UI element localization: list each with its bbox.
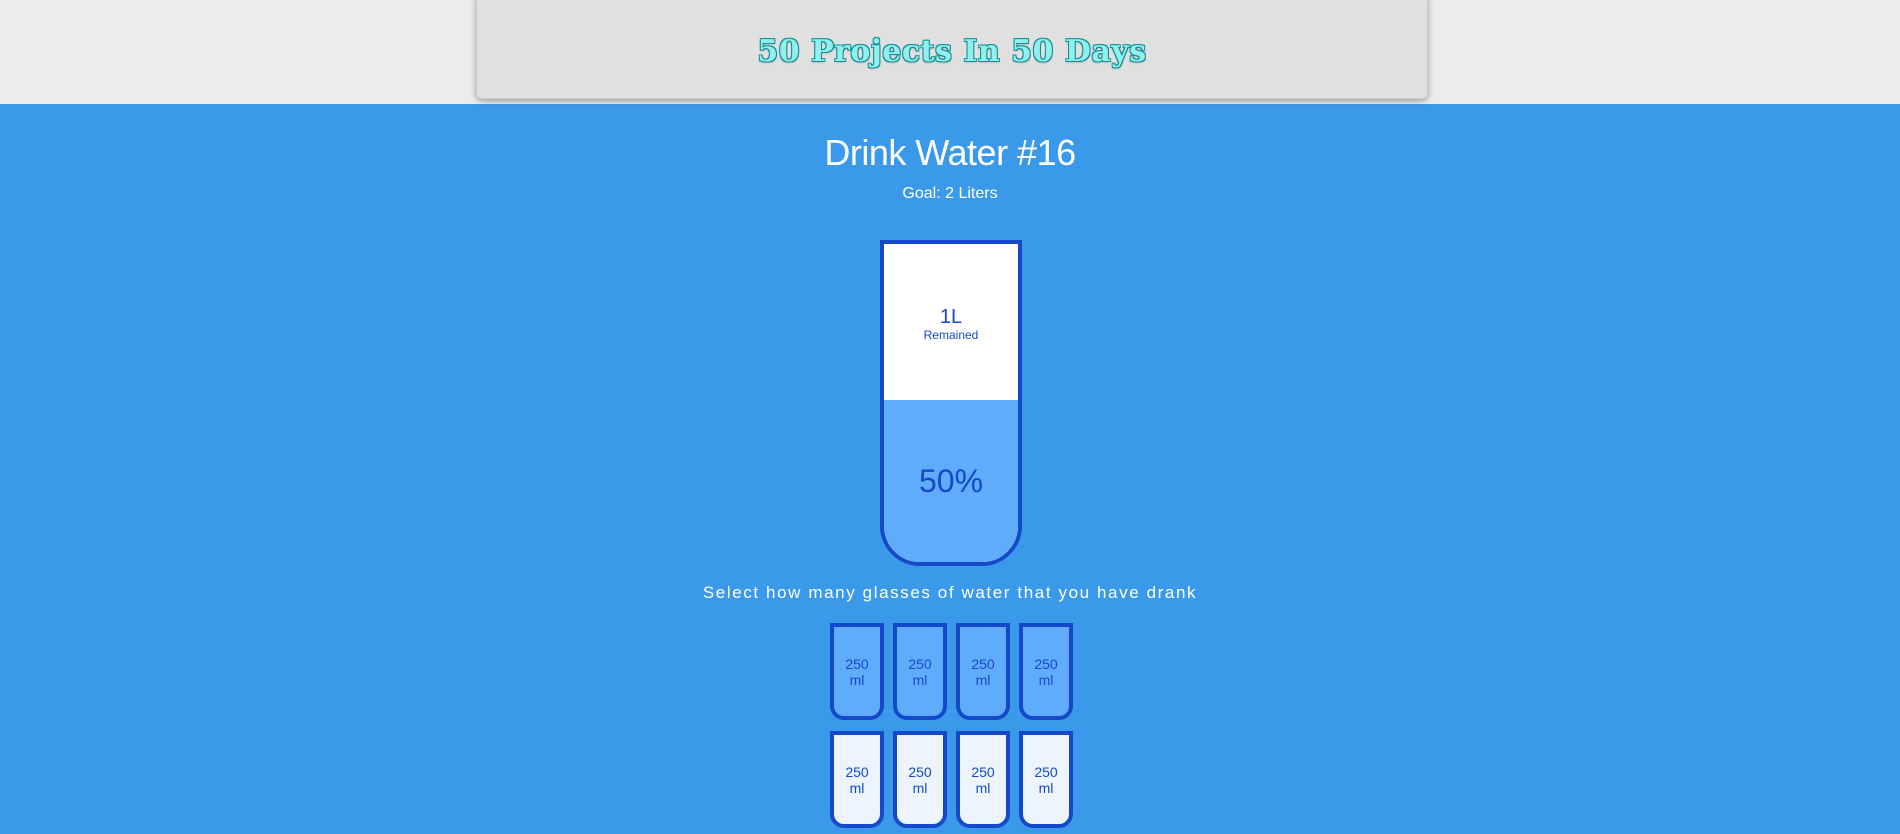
small-cup-label: 250 ml xyxy=(908,655,932,688)
small-cup[interactable]: 250 ml xyxy=(830,731,884,828)
top-bar: 50 Projects In 50 Days xyxy=(0,0,1900,104)
small-cup[interactable]: 250 ml xyxy=(893,731,947,828)
goal-text: Goal: 2 Liters xyxy=(902,185,998,202)
remained-liters: 1L xyxy=(939,306,963,328)
small-cup[interactable]: 250 ml xyxy=(956,623,1010,720)
small-cup-label: 250 ml xyxy=(971,655,995,688)
percentage-fill: 50% xyxy=(884,400,1018,562)
instruction-text: Select how many glasses of water that yo… xyxy=(702,583,1198,602)
small-cups-grid: 250 ml 250 ml 250 ml 250 ml 250 ml 250 m… xyxy=(830,623,1074,828)
remained-section: 1L Remained xyxy=(884,244,1018,404)
small-cup-label: 250 ml xyxy=(845,655,869,688)
small-cup[interactable]: 250 ml xyxy=(1019,731,1073,828)
small-cup[interactable]: 250 ml xyxy=(893,623,947,720)
page-title: Drink Water #16 xyxy=(824,132,1076,173)
header-title: 50 Projects In 50 Days xyxy=(757,34,1147,69)
remained-label: Remained xyxy=(923,328,979,342)
header-card: 50 Projects In 50 Days xyxy=(476,0,1428,99)
small-cup[interactable]: 250 ml xyxy=(1019,623,1073,720)
small-cup[interactable]: 250 ml xyxy=(956,731,1010,828)
small-cup-label: 250 ml xyxy=(971,763,995,796)
small-cup-label: 250 ml xyxy=(908,763,932,796)
small-cup-label: 250 ml xyxy=(1034,763,1058,796)
small-cup-label: 250 ml xyxy=(845,763,869,796)
big-cup: 1L Remained 50% xyxy=(880,240,1022,566)
small-cup-label: 250 ml xyxy=(1034,655,1058,688)
small-cup[interactable]: 250 ml xyxy=(830,623,884,720)
